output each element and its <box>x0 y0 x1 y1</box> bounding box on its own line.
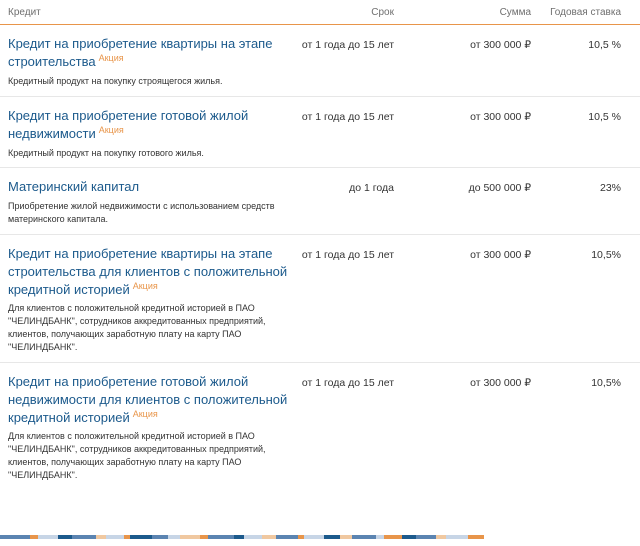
credit-title-link[interactable]: Кредит на приобретение квартиры на этапе… <box>8 35 288 72</box>
credit-title-link[interactable]: Материнский капитал <box>8 178 288 196</box>
stripe-segment <box>244 535 262 539</box>
stripe-segment <box>384 535 402 539</box>
credit-rate: 10,5% <box>591 249 621 261</box>
stripe-segment <box>208 535 234 539</box>
stripe-segment <box>234 535 244 539</box>
credit-title-link[interactable]: Кредит на приобретение готовой жилой нед… <box>8 107 288 144</box>
stripe-segment <box>436 535 446 539</box>
credit-sum: от 300 000 ₽ <box>470 111 531 123</box>
stripe-segment <box>96 535 106 539</box>
table-header: Кредит Срок Сумма Годовая ставка <box>0 0 640 25</box>
promo-badge: Акция <box>98 53 124 63</box>
stripe-segment <box>130 535 152 539</box>
credit-rate: 10,5% <box>591 377 621 389</box>
stripe-segment <box>72 535 96 539</box>
stripe-segment <box>180 535 200 539</box>
stripe-segment <box>168 535 180 539</box>
credit-sum: от 300 000 ₽ <box>470 249 531 261</box>
stripe-segment <box>352 535 376 539</box>
credit-title-text[interactable]: Кредит на приобретение готовой жилой нед… <box>8 108 248 141</box>
stripe-segment <box>38 535 58 539</box>
table-row: Кредит на приобретение готовой жилой нед… <box>0 97 640 168</box>
stripe-segment <box>376 535 384 539</box>
credit-title-text[interactable]: Кредит на приобретение квартиры на этапе… <box>8 36 272 69</box>
stripe-segment <box>262 535 276 539</box>
stripe-segment <box>402 535 416 539</box>
credit-description: Для клиентов с положительной кредитной и… <box>8 431 266 480</box>
table-row: Кредит на приобретение готовой жилой нед… <box>0 363 640 493</box>
table-row: Кредит на приобретение квартиры на этапе… <box>0 235 640 363</box>
credit-term: до 1 года <box>349 182 394 194</box>
stripe-segment <box>468 535 484 539</box>
credit-title-link[interactable]: Кредит на приобретение готовой жилой нед… <box>8 373 288 428</box>
credit-sum: от 300 000 ₽ <box>470 39 531 51</box>
credit-title-link[interactable]: Кредит на приобретение квартиры на этапе… <box>8 245 288 300</box>
column-header-sum: Сумма <box>499 7 531 18</box>
stripe-segment <box>106 535 124 539</box>
table-row: Кредит на приобретение квартиры на этапе… <box>0 25 640 97</box>
credit-description: Приобретение жилой недвижимости с исполь… <box>8 201 275 224</box>
promo-badge: Акция <box>132 281 158 291</box>
credit-sum: до 500 000 ₽ <box>468 182 531 194</box>
promo-badge: Акция <box>132 409 158 419</box>
stripe-segment <box>446 535 468 539</box>
stripe-segment <box>276 535 298 539</box>
column-header-term: Срок <box>371 7 394 18</box>
credit-term: от 1 года до 15 лет <box>301 39 394 51</box>
stripe-segment <box>340 535 352 539</box>
credit-rate: 23% <box>599 182 621 194</box>
credit-rate: 10,5 % <box>588 39 621 51</box>
credit-description: Кредитный продукт на покупку строящегося… <box>8 76 223 86</box>
credit-title-text[interactable]: Материнский капитал <box>8 179 139 194</box>
promo-badge: Акция <box>98 125 124 135</box>
credit-rate: 10,5 % <box>588 111 621 123</box>
stripe-segment <box>200 535 208 539</box>
stripe-segment <box>416 535 436 539</box>
stripe-segment <box>30 535 38 539</box>
stripe-segment <box>58 535 72 539</box>
column-header-credit: Кредит <box>8 7 41 18</box>
credit-sum: от 300 000 ₽ <box>470 377 531 389</box>
stripe-segment <box>152 535 168 539</box>
credit-term: от 1 года до 15 лет <box>301 377 394 389</box>
stripe-segment <box>304 535 324 539</box>
credit-term: от 1 года до 15 лет <box>301 111 394 123</box>
table-row: Материнский капитал Приобретение жилой н… <box>0 168 640 235</box>
credit-description: Для клиентов с положительной кредитной и… <box>8 303 266 352</box>
stripe-segment <box>324 535 340 539</box>
credit-term: от 1 года до 15 лет <box>301 249 394 261</box>
stripe-segment <box>0 535 30 539</box>
decorative-stripe <box>0 535 640 539</box>
column-header-rate: Годовая ставка <box>550 7 621 18</box>
credit-description: Кредитный продукт на покупку готового жи… <box>8 148 204 158</box>
